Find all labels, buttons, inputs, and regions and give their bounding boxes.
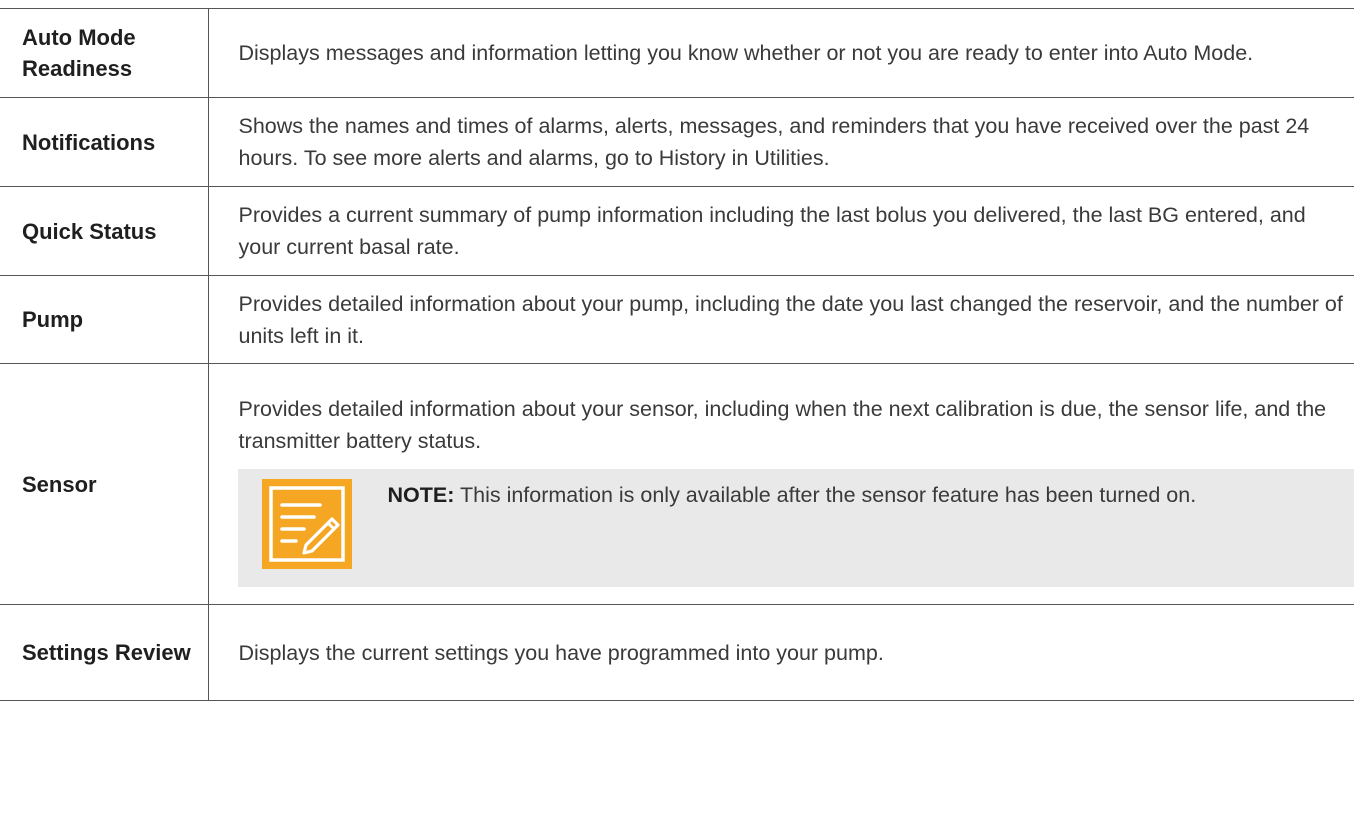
note-callout: NOTE: This information is only available… [237,468,1354,587]
note-label: NOTE: [387,482,455,507]
note-text: NOTE: This information is only available… [388,479,1346,511]
row-description-notifications: Shows the names and times of alarms, ale… [208,97,1354,187]
table-row: Sensor Provides detailed information abo… [0,363,1354,605]
row-description-quick-status: Provides a current summary of pump infor… [208,186,1354,276]
table-row: Settings Review Displays the current set… [0,604,1354,701]
row-term-sensor: Sensor [0,363,209,605]
row-description-settings-review: Displays the current settings you have p… [208,604,1354,701]
table-row: Quick Status Provides a current summary … [0,186,1354,276]
row-description-sensor-cell: Provides detailed information about your… [208,363,1354,605]
row-term-settings-review: Settings Review [0,604,209,701]
table-row: Notifications Shows the names and times … [0,97,1354,187]
note-pencil-icon [261,478,352,569]
table-row: Auto Mode Readiness Displays messages an… [0,8,1354,98]
row-term-quick-status: Quick Status [0,186,209,276]
feature-table: Auto Mode Readiness Displays messages an… [0,8,1354,701]
row-description-auto-mode-readiness: Displays messages and information lettin… [208,8,1354,98]
row-term-pump: Pump [0,275,209,364]
table-row: Pump Provides detailed information about… [0,275,1354,364]
note-body: This information is only available after… [454,482,1197,507]
row-description-pump: Provides detailed information about your… [208,275,1354,364]
row-term-notifications: Notifications [0,97,209,187]
row-description-sensor: Provides detailed information about your… [238,396,1327,453]
row-term-auto-mode-readiness: Auto Mode Readiness [0,8,209,98]
